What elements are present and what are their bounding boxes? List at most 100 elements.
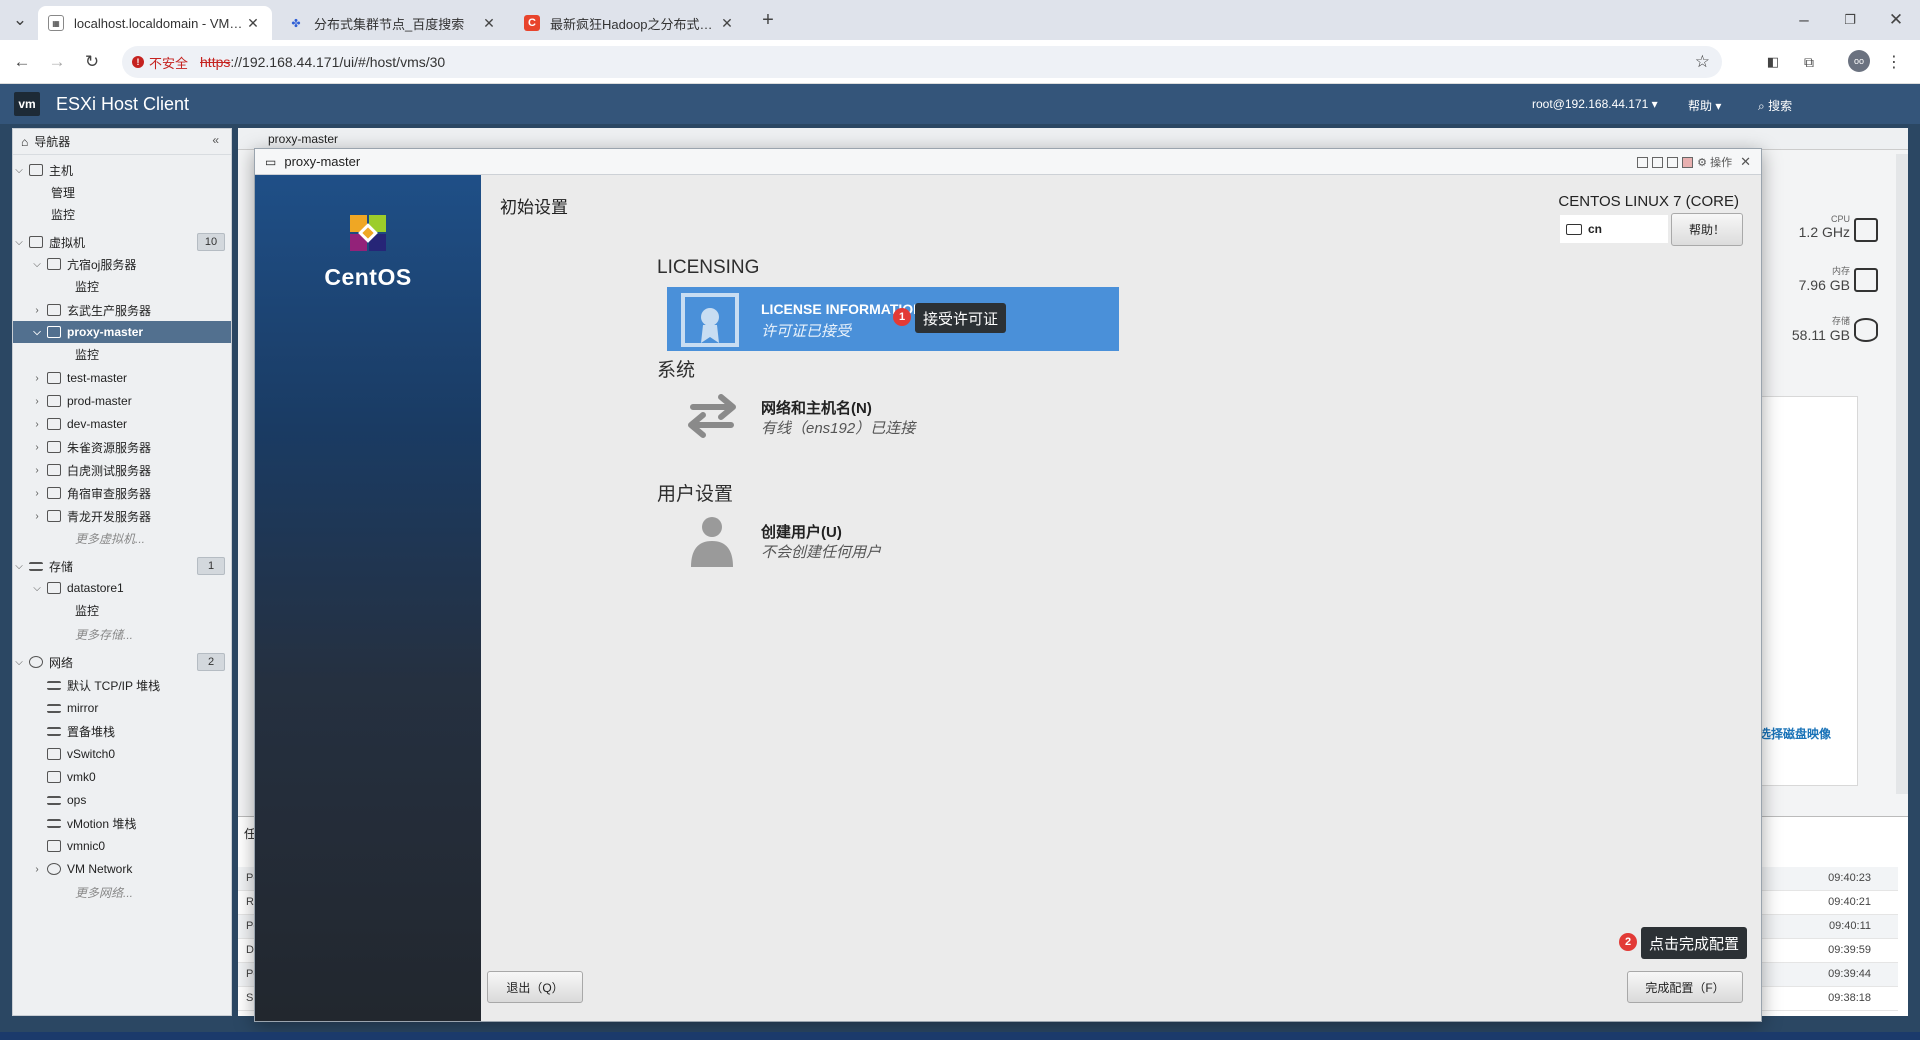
nav-host-manage[interactable]: 管理 bbox=[13, 181, 231, 203]
url-text: https://192.168.44.171/ui/#/host/vms/30 bbox=[200, 54, 446, 70]
nav-vms[interactable]: ⌵ 虚拟机 10 bbox=[13, 231, 231, 253]
actions-menu[interactable]: ⚙ 操作 bbox=[1697, 154, 1732, 170]
close-tab-icon[interactable]: ✕ bbox=[244, 15, 262, 32]
nav-more-networks[interactable]: 更多网络... bbox=[13, 881, 231, 903]
fullscreen-icon[interactable] bbox=[1667, 156, 1679, 168]
close-tab-icon[interactable]: ✕ bbox=[718, 15, 736, 32]
nav-host[interactable]: ⌵ 主机 bbox=[13, 159, 231, 181]
navigator-panel: ⌂ 导航器 « ⌵ 主机 管理 监控 ⌵ 虚拟机 10 ⌵ 亢宿oj服务器 监控 › 玄武… bbox=[12, 128, 232, 1016]
back-arrow-icon[interactable]: ← bbox=[10, 50, 34, 74]
nav-vm-item[interactable]: › 角宿审查服务器 bbox=[13, 482, 231, 504]
nav-network-item[interactable]: vmnic0 bbox=[13, 835, 231, 857]
chevron-right-icon[interactable]: › bbox=[31, 511, 43, 522]
nav-network[interactable]: ⌵ 网络 2 bbox=[13, 651, 231, 673]
nav-vm-item[interactable]: › test-master bbox=[13, 367, 231, 389]
profile-avatar[interactable]: oo bbox=[1848, 50, 1870, 72]
nav-vm-item[interactable]: › 玄武生产服务器 bbox=[13, 299, 231, 321]
extensions-icon[interactable]: ⧉ bbox=[1797, 50, 1821, 74]
chevron-down-icon[interactable]: ⌵ bbox=[13, 165, 25, 176]
collapse-navigator-icon[interactable]: « bbox=[212, 133, 219, 147]
network-arrows-icon bbox=[688, 394, 736, 438]
extension-puzzle-icon[interactable]: ◧ bbox=[1761, 50, 1785, 74]
reload-icon[interactable]: ↻ bbox=[80, 50, 104, 74]
not-secure-indicator[interactable]: ! 不安全 bbox=[132, 53, 188, 72]
chevron-down-icon[interactable]: ⌵ bbox=[31, 583, 43, 594]
nav-host-monitor[interactable]: 监控 bbox=[13, 203, 231, 225]
browser-toolbar: ← → ↻ ! 不安全 https://192.168.44.171/ui/#/… bbox=[0, 40, 1920, 84]
chevron-right-icon[interactable]: › bbox=[31, 419, 43, 430]
browser-tab-csdn[interactable]: C 最新疯狂Hadoop之分布式集群 ✕ bbox=[514, 6, 746, 40]
close-console-icon[interactable]: ✕ bbox=[1740, 154, 1751, 170]
centos-sidebar: CentOS bbox=[255, 175, 481, 1021]
close-tab-icon[interactable]: ✕ bbox=[480, 15, 498, 32]
user-menu[interactable]: root@192.168.44.171 ▾ bbox=[1532, 97, 1658, 111]
chevron-down-icon[interactable]: ⌵ bbox=[13, 561, 25, 572]
new-tab-plus-icon[interactable]: + bbox=[756, 8, 780, 32]
monitor-icon: ▭ bbox=[265, 154, 277, 169]
create-user-spoke[interactable]: 创建用户(U) 不会创建任何用户 bbox=[667, 507, 1119, 571]
section-system: 系统 bbox=[657, 360, 696, 381]
nav-more-storage[interactable]: 更多存储... bbox=[13, 623, 231, 645]
help-button[interactable]: 帮助！ bbox=[1671, 213, 1743, 246]
nav-network-item[interactable]: 默认 TCP/IP 堆栈 bbox=[13, 674, 231, 696]
quit-button[interactable]: 退出（Q） bbox=[487, 971, 583, 1003]
chevron-right-icon[interactable]: › bbox=[31, 373, 43, 384]
tab-search-chevron-icon[interactable]: ⌄ bbox=[8, 8, 32, 32]
vm-icon bbox=[47, 418, 61, 430]
chevron-right-icon[interactable]: › bbox=[31, 864, 43, 875]
nav-network-item[interactable]: ops bbox=[13, 789, 231, 811]
browser-tab-esxi[interactable]: ▦ localhost.localdomain - VMware ESXi ✕ bbox=[38, 6, 272, 40]
nav-datastore-monitor[interactable]: 监控 bbox=[13, 599, 231, 621]
nav-network-item[interactable]: vSwitch0 bbox=[13, 743, 231, 765]
chevron-right-icon[interactable]: › bbox=[31, 396, 43, 407]
forward-arrow-icon[interactable]: → bbox=[45, 50, 69, 74]
esxi-favicon-icon: ▦ bbox=[48, 15, 64, 31]
chevron-down-icon[interactable]: ⌵ bbox=[13, 657, 25, 668]
minimize-window-icon[interactable]: – bbox=[1792, 8, 1816, 32]
ctrl-alt-del-icon[interactable] bbox=[1652, 156, 1664, 168]
nav-vm-monitor[interactable]: 监控 bbox=[13, 275, 231, 297]
keyboard-layout-indicator[interactable]: cn bbox=[1560, 215, 1668, 243]
chevron-down-icon[interactable]: ⌵ bbox=[13, 237, 25, 248]
nav-datastore[interactable]: ⌵ datastore1 bbox=[13, 577, 231, 599]
select-disk-image-link[interactable]: 选择磁盘映像 bbox=[1759, 725, 1831, 742]
nav-vm-item[interactable]: › 青龙开发服务器 bbox=[13, 505, 231, 527]
search-button[interactable]: ⌕ 搜索 bbox=[1758, 97, 1792, 114]
help-menu[interactable]: 帮助 ▾ bbox=[1688, 97, 1721, 114]
physical-nic-icon bbox=[47, 840, 61, 852]
screenshot-icon[interactable] bbox=[1637, 156, 1649, 168]
nav-network-item[interactable]: mirror bbox=[13, 697, 231, 719]
nav-network-item[interactable]: vMotion 堆栈 bbox=[13, 812, 231, 834]
nav-vm-item[interactable]: › prod-master bbox=[13, 390, 231, 412]
chevron-right-icon[interactable]: › bbox=[31, 488, 43, 499]
console-controls: ⚙ 操作 ✕ bbox=[1637, 154, 1751, 170]
nav-vm-item[interactable]: › dev-master bbox=[13, 413, 231, 435]
chevron-right-icon[interactable]: › bbox=[31, 442, 43, 453]
finish-configuration-button[interactable]: 完成配置（F） bbox=[1627, 971, 1743, 1003]
restore-window-icon[interactable]: ❐ bbox=[1838, 8, 1862, 32]
nav-vm-item[interactable]: ⌵ 亢宿oj服务器 bbox=[13, 253, 231, 275]
chevron-right-icon[interactable]: › bbox=[31, 465, 43, 476]
browser-menu-icon[interactable]: ⋮ bbox=[1882, 50, 1906, 74]
browser-tab-baidu[interactable]: ✤ 分布式集群节点_百度搜索 ✕ bbox=[278, 6, 508, 40]
nav-network-item[interactable]: vmk0 bbox=[13, 766, 231, 788]
address-bar[interactable]: ! 不安全 https://192.168.44.171/ui/#/host/v… bbox=[122, 46, 1722, 78]
nav-vm-item[interactable]: › 白虎测试服务器 bbox=[13, 459, 231, 481]
csdn-c-icon: C bbox=[524, 15, 540, 31]
nav-network-item[interactable]: 置备堆栈 bbox=[13, 720, 231, 742]
close-window-icon[interactable]: ✕ bbox=[1884, 8, 1908, 32]
chevron-down-icon[interactable]: ⌵ bbox=[31, 327, 43, 338]
host-icon bbox=[29, 164, 43, 176]
keyboard-layout-icon[interactable] bbox=[1682, 156, 1694, 168]
page-scrollbar[interactable] bbox=[1896, 154, 1908, 794]
nav-network-item[interactable]: › VM Network bbox=[13, 858, 231, 880]
nav-vm-item[interactable]: › 朱雀资源服务器 bbox=[13, 436, 231, 458]
nav-vm-item-selected[interactable]: ⌵ proxy-master bbox=[13, 321, 231, 343]
chevron-down-icon[interactable]: ⌵ bbox=[31, 259, 43, 270]
nav-storage[interactable]: ⌵ 存储 1 bbox=[13, 555, 231, 577]
network-spoke[interactable]: 网络和主机名(N) 有线（ens192）已连接 bbox=[667, 383, 1119, 447]
chevron-right-icon[interactable]: › bbox=[31, 305, 43, 316]
bookmark-star-icon[interactable]: ☆ bbox=[1695, 52, 1710, 72]
nav-more-vms[interactable]: 更多虚拟机... bbox=[13, 527, 231, 549]
nav-vm-monitor[interactable]: 监控 bbox=[13, 343, 231, 365]
